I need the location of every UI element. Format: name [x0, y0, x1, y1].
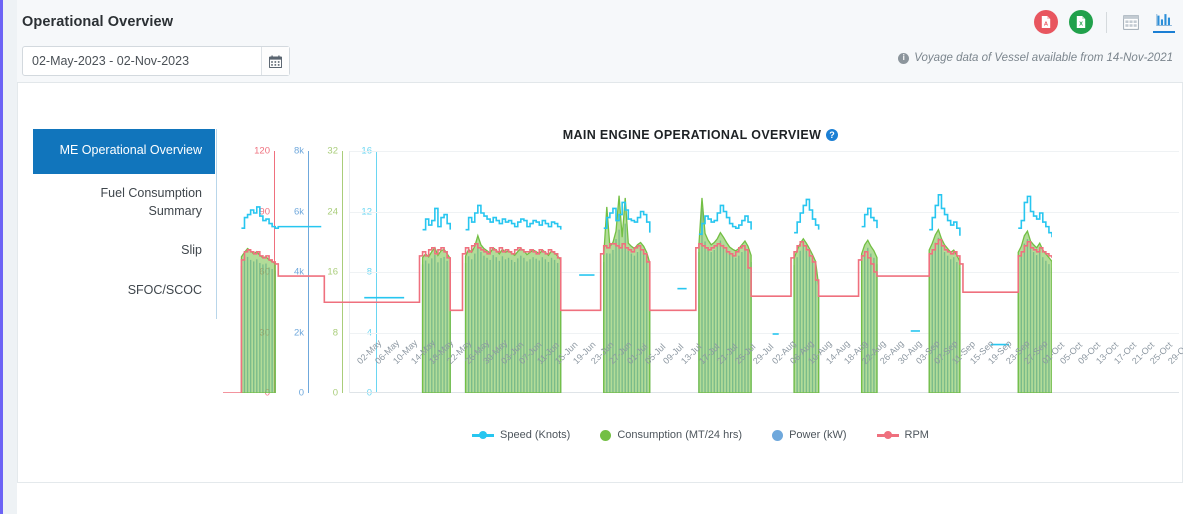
- sidebar-item-label: ME Operational Overview: [59, 143, 202, 157]
- sidebar-item-me-operational-overview[interactable]: ME Operational Overview: [33, 129, 215, 174]
- chart-section-nav: ME Operational Overview Fuel Consumption…: [33, 129, 215, 311]
- export-pdf-icon[interactable]: A: [1034, 10, 1058, 34]
- legend-marker-icon: [600, 429, 612, 441]
- header-actions: A X: [1034, 10, 1175, 34]
- main-engine-chart: MAIN ENGINE OPERATIONAL OVERVIEW ? 03060…: [223, 113, 1183, 473]
- speed-line: [241, 206, 322, 229]
- legend-marker-icon: [472, 430, 495, 441]
- table-grid-icon[interactable]: [1120, 11, 1142, 33]
- sidebar-item-sfoc-scoc[interactable]: SFOC/SCOC: [33, 271, 215, 311]
- speed-line: [861, 207, 878, 229]
- speed-line: [698, 204, 752, 235]
- consumption-area: [240, 247, 276, 393]
- svg-text:X: X: [1079, 22, 1083, 28]
- sidebar-divider: [216, 129, 217, 319]
- legend-item[interactable]: RPM: [876, 429, 929, 441]
- sidebar-item-label: Fuel Consumption Summary: [100, 185, 202, 218]
- legend-item[interactable]: Power (kW): [772, 429, 847, 441]
- chart-title: MAIN ENGINE OPERATIONAL OVERVIEW ?: [223, 128, 1178, 142]
- page-title: Operational Overview: [22, 14, 174, 30]
- legend-label: Speed (Knots): [500, 429, 571, 441]
- help-icon[interactable]: ?: [826, 129, 839, 141]
- legend-marker-icon: [772, 429, 784, 441]
- page-header: Operational Overview A: [17, 0, 1183, 83]
- date-range-input[interactable]: [23, 47, 261, 75]
- export-excel-icon[interactable]: X: [1069, 10, 1093, 34]
- speed-line: [465, 204, 562, 231]
- x-axis-labels: 02-May 06-May 10-May 14-May 18-May 22-May 26-M…: [349, 338, 1183, 419]
- app-left-gutter: [3, 0, 17, 514]
- sidebar-item-slip[interactable]: Slip: [33, 231, 215, 271]
- date-range-picker[interactable]: [22, 46, 290, 76]
- legend-marker-icon: [876, 430, 899, 441]
- content-card: ME Operational Overview Fuel Consumption…: [17, 83, 1183, 514]
- speed-line: [929, 194, 961, 236]
- chart-legend: Speed (Knots) Consumption (MT/24 hrs) Powe…: [223, 429, 1178, 441]
- legend-label: Consumption (MT/24 hrs): [617, 429, 743, 441]
- legend-item[interactable]: Speed (Knots): [472, 429, 570, 441]
- bar-chart-icon[interactable]: [1153, 11, 1175, 33]
- sidebar-item-label: Slip: [181, 243, 202, 258]
- speed-line: [422, 207, 452, 231]
- calendar-icon[interactable]: [261, 47, 289, 75]
- legend-label: RPM: [904, 429, 929, 441]
- voyage-availability-text: Voyage data of Vessel available from 14-…: [914, 52, 1173, 64]
- sidebar-item-fuel-consumption-summary[interactable]: Fuel Consumption Summary: [33, 174, 215, 232]
- info-icon: i: [898, 52, 910, 64]
- legend-label: Power (kW): [789, 429, 847, 441]
- chart-title-text: MAIN ENGINE OPERATIONAL OVERVIEW: [562, 128, 822, 142]
- speed-line: [794, 198, 820, 234]
- speed-line: [1018, 195, 1052, 238]
- voyage-availability-note: i Voyage data of Vessel available from 1…: [898, 52, 1173, 64]
- card-inner: ME Operational Overview Fuel Consumption…: [17, 83, 1183, 483]
- sidebar-item-label: SFOC/SCOC: [127, 283, 202, 297]
- toolbar-divider: [1106, 11, 1107, 33]
- legend-item[interactable]: Consumption (MT/24 hrs): [600, 429, 742, 441]
